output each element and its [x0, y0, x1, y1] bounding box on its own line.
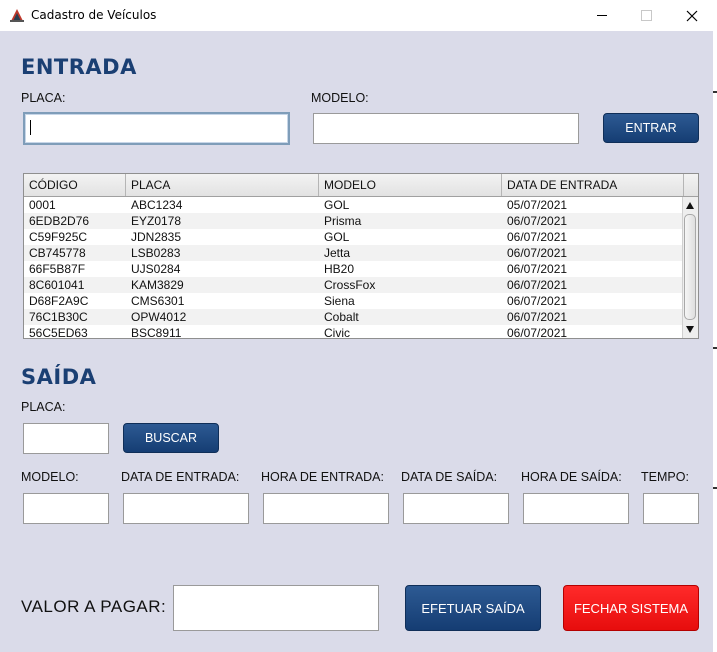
- column-header-codigo[interactable]: CÓDIGO: [24, 174, 126, 196]
- table-row[interactable]: D68F2A9C CMS6301 Siena 06/07/2021: [24, 293, 683, 309]
- entrada-heading: ENTRADA: [21, 55, 137, 79]
- saida-placa-input[interactable]: [23, 423, 109, 454]
- table-cell: C59F925C: [29, 230, 88, 244]
- table-cell: 06/07/2021: [507, 310, 568, 324]
- table-cell: HB20: [324, 262, 355, 276]
- table-cell: EYZ0178: [131, 214, 182, 228]
- table-cell: GOL: [324, 230, 350, 244]
- table-cell: 06/07/2021: [507, 326, 568, 339]
- table-row[interactable]: 8C601041 KAM3829 CrossFox 06/07/2021: [24, 277, 683, 293]
- table-cell: Cobalt: [324, 310, 359, 324]
- saida-heading: SAÍDA: [21, 365, 97, 389]
- close-icon: [686, 10, 698, 22]
- hora-entrada-field[interactable]: [263, 493, 389, 524]
- table-cell: CrossFox: [324, 278, 376, 292]
- hora-saida-label: HORA DE SAÍDA:: [521, 470, 622, 484]
- data-entrada-label: DATA DE ENTRADA:: [121, 470, 240, 484]
- minimize-button[interactable]: [579, 0, 625, 31]
- valor-a-pagar-label: VALOR A PAGAR:: [21, 597, 167, 616]
- close-button[interactable]: [669, 0, 715, 31]
- buscar-button[interactable]: BUSCAR: [123, 423, 219, 453]
- table-cell: 8C601041: [29, 278, 85, 292]
- data-saida-field[interactable]: [403, 493, 509, 524]
- scroll-up-icon[interactable]: [686, 202, 694, 209]
- table-cell: CMS6301: [131, 294, 185, 308]
- column-header-placa[interactable]: PLACA: [126, 174, 319, 196]
- table-cell: KAM3829: [131, 278, 184, 292]
- tempo-field[interactable]: [643, 493, 699, 524]
- table-cell: 06/07/2021: [507, 214, 568, 228]
- tempo-label: TEMPO:: [641, 470, 689, 484]
- text-caret: [30, 120, 31, 135]
- modelo-field[interactable]: [23, 493, 109, 524]
- table-cell: LSB0283: [131, 246, 181, 260]
- scroll-thumb[interactable]: [684, 214, 696, 320]
- table-header: CÓDIGO PLACA MODELO DATA DE ENTRADA: [24, 174, 698, 197]
- entrada-modelo-input[interactable]: [313, 113, 579, 144]
- table-row[interactable]: C59F925C JDN2835 GOL 06/07/2021: [24, 229, 683, 245]
- window-title: Cadastro de Veículos: [31, 8, 157, 22]
- table-cell: 05/07/2021: [507, 198, 568, 212]
- table-row[interactable]: 56C5ED63 BSC8911 Civic 06/07/2021: [24, 325, 683, 339]
- table-cell: Jetta: [324, 246, 351, 260]
- table-row[interactable]: CB745778 LSB0283 Jetta 06/07/2021: [24, 245, 683, 261]
- saida-placa-label: PLACA:: [21, 400, 66, 414]
- table-cell: 76C1B30C: [29, 310, 88, 324]
- table-cell: 6EDB2D76: [29, 214, 90, 228]
- table-cell: D68F2A9C: [29, 294, 89, 308]
- table-row[interactable]: 0001 ABC1234 GOL 05/07/2021: [24, 197, 683, 213]
- window-edge: [713, 31, 717, 652]
- table-cell: JDN2835: [131, 230, 182, 244]
- modelo-label: MODELO:: [21, 470, 79, 484]
- table-cell: 56C5ED63: [29, 326, 88, 339]
- column-header-modelo[interactable]: MODELO: [319, 174, 502, 196]
- entrada-placa-input[interactable]: [23, 112, 290, 145]
- table-row[interactable]: 76C1B30C OPW4012 Cobalt 06/07/2021: [24, 309, 683, 325]
- entrada-placa-label: PLACA:: [21, 91, 66, 105]
- table-cell: 06/07/2021: [507, 262, 568, 276]
- entrada-modelo-label: MODELO:: [311, 91, 369, 105]
- table-body: 0001 ABC1234 GOL 05/07/2021 6EDB2D76 EYZ0178 P…: [24, 197, 683, 339]
- table-cell: 06/07/2021: [507, 278, 568, 292]
- table-cell: OPW4012: [131, 310, 187, 324]
- table-cell: GOL: [324, 198, 350, 212]
- valor-a-pagar-field[interactable]: [173, 585, 379, 631]
- maximize-button[interactable]: [623, 0, 669, 31]
- table-cell: BSC8911: [131, 326, 182, 339]
- hora-saida-field[interactable]: [523, 493, 629, 524]
- entrar-button[interactable]: ENTRAR: [603, 113, 699, 143]
- vehicles-table[interactable]: CÓDIGO PLACA MODELO DATA DE ENTRADA 0001…: [23, 173, 699, 339]
- fechar-sistema-button[interactable]: FECHAR SISTEMA: [563, 585, 699, 631]
- table-row[interactable]: 6EDB2D76 EYZ0178 Prisma 06/07/2021: [24, 213, 683, 229]
- title-bar: Cadastro de Veículos: [0, 0, 717, 31]
- hora-entrada-label: HORA DE ENTRADA:: [261, 470, 384, 484]
- scroll-down-icon[interactable]: [686, 326, 694, 333]
- table-cell: UJS0284: [131, 262, 181, 276]
- java-app-icon: [9, 7, 25, 23]
- column-header-data-entrada[interactable]: DATA DE ENTRADA: [502, 174, 684, 196]
- table-cell: ABC1234: [131, 198, 183, 212]
- table-scrollbar[interactable]: [682, 197, 698, 338]
- table-cell: 66F5B87F: [29, 262, 86, 276]
- table-cell: Siena: [324, 294, 355, 308]
- table-cell: 06/07/2021: [507, 294, 568, 308]
- table-cell: CB745778: [29, 246, 86, 260]
- table-row[interactable]: 66F5B87F UJS0284 HB20 06/07/2021: [24, 261, 683, 277]
- table-cell: Civic: [324, 326, 350, 339]
- app-window: Cadastro de Veículos ENTRADA PLACA: MODE…: [0, 0, 717, 652]
- data-saida-label: DATA DE SAÍDA:: [401, 470, 498, 484]
- efetuar-saida-button[interactable]: EFETUAR SAÍDA: [405, 585, 541, 631]
- data-entrada-field[interactable]: [123, 493, 249, 524]
- table-cell: Prisma: [324, 214, 362, 228]
- table-cell: 06/07/2021: [507, 246, 568, 260]
- table-cell: 06/07/2021: [507, 230, 568, 244]
- table-cell: 0001: [29, 198, 56, 212]
